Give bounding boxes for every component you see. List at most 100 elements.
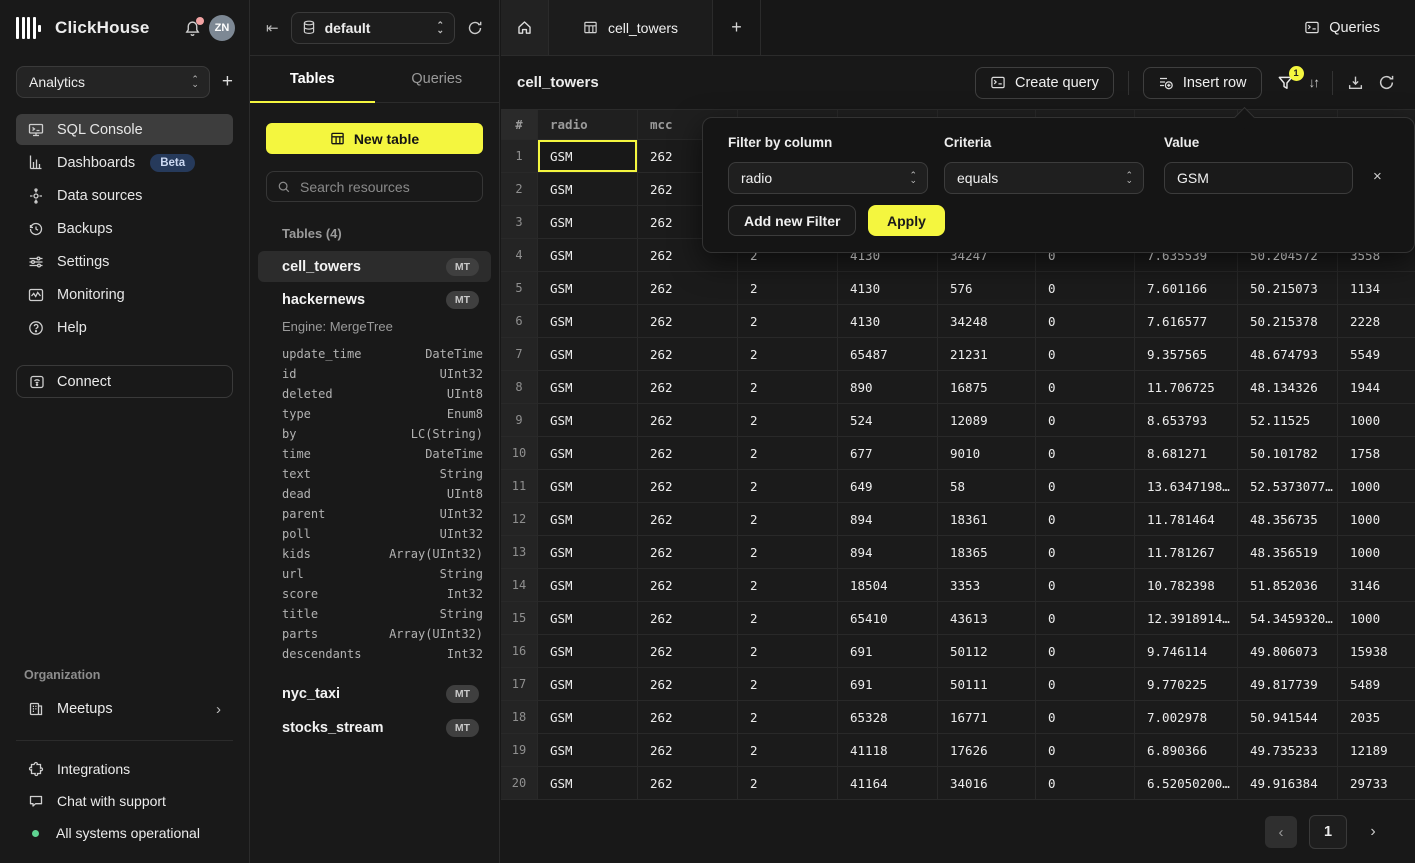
table-cell[interactable]: 0	[1036, 734, 1135, 767]
table-cell[interactable]: 29733	[1338, 767, 1415, 800]
table-list-item-stocks-stream[interactable]: stocks_stream MT	[258, 712, 491, 743]
table-cell[interactable]: GSM	[538, 173, 638, 206]
new-tab-button[interactable]: +	[713, 0, 761, 55]
table-cell[interactable]: 58	[938, 470, 1036, 503]
avatar[interactable]: ZN	[209, 15, 235, 41]
sidebar-item-integrations[interactable]: Integrations	[16, 755, 233, 783]
table-cell[interactable]: 54.3459320…	[1238, 602, 1338, 635]
table-cell[interactable]: 49.916384	[1238, 767, 1338, 800]
table-cell[interactable]: 0	[1036, 602, 1135, 635]
table-cell[interactable]: 262	[638, 767, 738, 800]
table-cell[interactable]: 50112	[938, 635, 1036, 668]
column-header[interactable]: radio	[538, 110, 638, 140]
tab-queries[interactable]: Queries	[375, 56, 500, 102]
add-workspace-button[interactable]: +	[222, 71, 233, 93]
new-table-button[interactable]: New table	[266, 123, 483, 154]
table-cell[interactable]: 48.674793	[1238, 338, 1338, 371]
table-cell[interactable]: 6.52050200…	[1135, 767, 1238, 800]
table-cell[interactable]: 262	[638, 437, 738, 470]
sidebar-item-sql-console[interactable]: SQL Console	[16, 114, 233, 145]
table-cell[interactable]: 0	[1036, 470, 1135, 503]
table-cell[interactable]: 691	[838, 635, 938, 668]
table-cell[interactable]: GSM	[538, 602, 638, 635]
table-cell[interactable]: 262	[638, 536, 738, 569]
table-cell[interactable]: 1000	[1338, 602, 1415, 635]
sidebar-item-data-sources[interactable]: Data sources	[16, 180, 233, 211]
filter-column-select[interactable]: radio ⌃⌄	[728, 162, 928, 194]
current-page-indicator[interactable]: 1	[1309, 815, 1347, 849]
table-cell[interactable]: 1758	[1338, 437, 1415, 470]
table-cell[interactable]: 2035	[1338, 701, 1415, 734]
table-cell[interactable]: 1000	[1338, 404, 1415, 437]
table-cell[interactable]: 11.781464	[1135, 503, 1238, 536]
table-cell[interactable]: GSM	[538, 371, 638, 404]
table-cell[interactable]: 262	[638, 404, 738, 437]
table-cell[interactable]: 11.781267	[1135, 536, 1238, 569]
table-cell[interactable]: 677	[838, 437, 938, 470]
table-cell[interactable]: 0	[1036, 635, 1135, 668]
table-cell[interactable]: GSM	[538, 437, 638, 470]
table-cell[interactable]: 5489	[1338, 668, 1415, 701]
table-cell[interactable]: 0	[1036, 767, 1135, 800]
table-cell[interactable]: 3353	[938, 569, 1036, 602]
table-cell[interactable]: GSM	[538, 767, 638, 800]
table-cell[interactable]: 8.681271	[1135, 437, 1238, 470]
table-cell[interactable]: 11.706725	[1135, 371, 1238, 404]
workspace-select[interactable]: Analytics ⌃⌄	[16, 66, 210, 98]
table-cell[interactable]: 524	[838, 404, 938, 437]
table-cell[interactable]: 52.11525	[1238, 404, 1338, 437]
sidebar-item-backups[interactable]: Backups	[16, 213, 233, 244]
table-cell[interactable]: 262	[638, 734, 738, 767]
table-cell[interactable]: 0	[1036, 536, 1135, 569]
table-cell[interactable]: 262	[638, 668, 738, 701]
table-cell[interactable]: 41164	[838, 767, 938, 800]
table-cell[interactable]: 262	[638, 569, 738, 602]
table-cell[interactable]: 2	[738, 338, 838, 371]
table-list-item-cell-towers[interactable]: cell_towers MT	[258, 251, 491, 282]
table-cell[interactable]: 262	[638, 371, 738, 404]
sidebar-item-settings[interactable]: Settings	[16, 246, 233, 277]
table-cell[interactable]: 7.601166	[1135, 272, 1238, 305]
table-cell[interactable]: 2	[738, 404, 838, 437]
table-cell[interactable]: 0	[1036, 701, 1135, 734]
table-cell[interactable]: 15938	[1338, 635, 1415, 668]
table-cell[interactable]: 65328	[838, 701, 938, 734]
table-cell[interactable]: 4130	[838, 272, 938, 305]
table-cell[interactable]: 2	[738, 569, 838, 602]
table-cell[interactable]: 21231	[938, 338, 1036, 371]
table-cell[interactable]: 16771	[938, 701, 1036, 734]
table-cell[interactable]: 262	[638, 503, 738, 536]
filter-icon[interactable]: 1	[1276, 74, 1295, 92]
table-cell[interactable]: 2	[738, 305, 838, 338]
table-cell[interactable]: 1134	[1338, 272, 1415, 305]
table-cell[interactable]: 0	[1036, 371, 1135, 404]
table-cell[interactable]: 65487	[838, 338, 938, 371]
table-cell[interactable]: 262	[638, 338, 738, 371]
table-cell[interactable]: 18365	[938, 536, 1036, 569]
notifications-bell-icon[interactable]	[184, 20, 201, 37]
table-cell[interactable]: 691	[838, 668, 938, 701]
table-cell[interactable]: 2	[738, 701, 838, 734]
table-cell[interactable]: 6.890366	[1135, 734, 1238, 767]
table-cell[interactable]: GSM	[538, 734, 638, 767]
table-cell[interactable]: 0	[1036, 272, 1135, 305]
table-list-item-nyc-taxi[interactable]: nyc_taxi MT	[258, 678, 491, 709]
next-page-button[interactable]: ›	[1359, 823, 1387, 841]
sidebar-item-dashboards[interactable]: Dashboards Beta	[16, 147, 233, 178]
table-cell[interactable]: GSM	[538, 140, 638, 173]
table-cell[interactable]: 12189	[1338, 734, 1415, 767]
table-cell[interactable]: 0	[1036, 437, 1135, 470]
table-cell[interactable]: 1000	[1338, 503, 1415, 536]
table-cell[interactable]: 262	[638, 701, 738, 734]
table-cell[interactable]: 2	[738, 272, 838, 305]
table-cell[interactable]: 0	[1036, 668, 1135, 701]
table-cell[interactable]: GSM	[538, 668, 638, 701]
table-cell[interactable]: 2	[738, 602, 838, 635]
remove-filter-icon[interactable]: ×	[1373, 168, 1382, 185]
table-cell[interactable]: 894	[838, 503, 938, 536]
table-cell[interactable]: 48.134326	[1238, 371, 1338, 404]
table-cell[interactable]: 1000	[1338, 470, 1415, 503]
previous-page-button[interactable]: ‹	[1265, 816, 1297, 848]
table-cell[interactable]: 34016	[938, 767, 1036, 800]
table-cell[interactable]: 2	[738, 371, 838, 404]
